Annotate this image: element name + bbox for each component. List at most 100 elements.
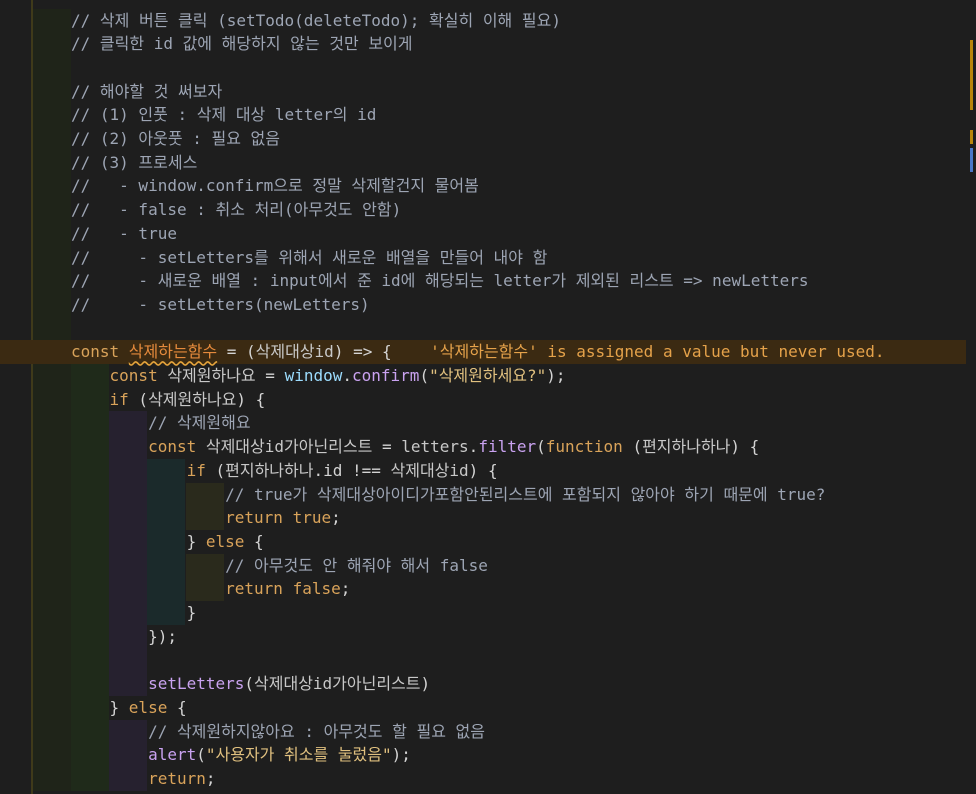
code-token: ( <box>622 437 643 457</box>
code-line[interactable]: return false; <box>0 577 976 602</box>
code-line[interactable]: // 해야할 것 써보자 <box>0 79 976 104</box>
code-token: ; <box>340 579 351 599</box>
change-indicator <box>33 601 71 625</box>
code-line[interactable]: const 삭제대상id가아닌리스트 = letters.filter(func… <box>0 435 976 460</box>
code-line[interactable]: // - setLetters(newLetters) <box>0 292 976 317</box>
code-line-content: // 삭제원하지않아요 : 아무것도 할 필요 없음 <box>71 720 485 744</box>
code-line-content: setLetters(삭제대상id가아닌리스트) <box>71 672 430 696</box>
change-indicator <box>33 55 71 80</box>
code-token: 삭제원하나요 <box>148 389 237 409</box>
code-token: ); <box>546 366 566 385</box>
code-line[interactable]: // 아무것도 안 해줘야 해서 false <box>0 553 976 578</box>
code-token: function <box>545 437 623 457</box>
code-token: 편지하나하나 <box>642 437 731 457</box>
code-line[interactable]: // true가 삭제대상아이디가포함안된리스트에 포함되지 않아야 하기 때문… <box>0 482 976 507</box>
code-token: // (2) 아웃풋 : 필요 없음 <box>71 129 281 148</box>
scrollbar-warning-mark <box>970 130 973 144</box>
change-indicator <box>33 127 71 151</box>
scrollbar-warning-mark <box>970 40 973 110</box>
code-line-content: // 삭제원해요 <box>71 411 251 435</box>
code-line[interactable]: // 삭제 버튼 클릭 (setTodo(deleteTodo); 확실히 이해… <box>0 8 976 33</box>
code-token: 편지하나하나 <box>225 460 314 480</box>
scrollbar-cursor-mark <box>970 148 973 172</box>
code-token: // - setLetters(newLetters) <box>71 294 370 314</box>
code-line[interactable]: } else { <box>0 529 976 554</box>
code-line[interactable]: alert("사용자가 취소를 눌렀음"); <box>0 743 976 768</box>
code-line[interactable]: // - 새로운 배열 : input에서 준 id에 해당되는 letter가… <box>0 269 976 294</box>
code-token: // - window.confirm으로 정말 삭제할건지 물어봄 <box>71 176 479 196</box>
code-token: letters <box>401 437 469 457</box>
code-line[interactable]: // - setLetters를 위해서 새로운 배열을 만들어 내야 함 <box>0 245 976 270</box>
code-line-content: }); <box>71 625 177 649</box>
code-line[interactable]: // (3) 프로세스 <box>0 150 976 175</box>
inline-warning-message: '삭제하는함수' is assigned a value but never u… <box>391 342 885 362</box>
code-token: .id !== <box>313 460 391 480</box>
change-indicator <box>33 174 71 199</box>
change-indicator <box>33 458 71 483</box>
code-token: ( <box>196 745 206 765</box>
code-token: ) { <box>236 389 266 409</box>
code-line-content: const 삭제대상id가아닌리스트 = letters.filter(func… <box>71 435 759 459</box>
code-token: 삭제대상id가아닌리스트 <box>254 674 421 694</box>
code-line[interactable]: }); <box>0 624 976 649</box>
code-line[interactable]: if (삭제원하나요) { <box>0 387 976 412</box>
code-token: const <box>71 342 129 362</box>
code-line[interactable]: // - window.confirm으로 정말 삭제할건지 물어봄 <box>0 174 976 199</box>
code-line[interactable] <box>0 55 976 80</box>
code-line[interactable]: return; <box>0 766 976 791</box>
code-line[interactable]: const 삭제하는함수 = (삭제대상id) => { '삭제하는함수' is… <box>0 340 976 365</box>
code-line[interactable]: // 삭제원하지않아요 : 아무것도 할 필요 없음 <box>0 719 976 744</box>
code-token: } <box>71 531 206 551</box>
code-line[interactable]: return true; <box>0 506 976 531</box>
code-line[interactable]: const 삭제원하나요 = window.confirm("삭제원하세요?")… <box>0 364 976 388</box>
code-line[interactable]: // (2) 아웃풋 : 필요 없음 <box>0 127 976 151</box>
change-indicator <box>33 245 71 270</box>
code-line-content: const 삭제원하나요 = window.confirm("삭제원하세요?")… <box>71 364 566 388</box>
code-line[interactable]: // 삭제원해요 <box>0 411 976 436</box>
code-token: return <box>148 768 206 788</box>
change-indicator <box>33 32 71 57</box>
code-token: 삭제원하나요 <box>167 366 256 385</box>
code-token: 삭제대상id <box>390 460 469 480</box>
code-token: ( <box>244 674 255 694</box>
code-line[interactable]: // (1) 인풋 : 삭제 대상 letter의 id <box>0 103 976 128</box>
code-line-content: // - 새로운 배열 : input에서 준 id에 해당되는 letter가… <box>71 269 809 293</box>
code-line[interactable] <box>0 316 976 341</box>
code-token: // - true <box>71 223 177 243</box>
change-indicator <box>33 8 71 33</box>
code-line[interactable]: // - true <box>0 221 976 246</box>
code-token: "삭제원하세요?" <box>429 366 547 385</box>
code-line[interactable]: setLetters(삭제대상id가아닌리스트) <box>0 672 976 697</box>
vertical-scrollbar[interactable] <box>966 0 976 794</box>
code-line-content: } else { <box>71 530 264 554</box>
code-line[interactable]: } <box>0 601 976 625</box>
code-token: { <box>244 531 264 551</box>
code-token: . <box>342 366 352 385</box>
change-indicator <box>33 198 71 223</box>
code-token: filter <box>478 437 537 457</box>
change-indicator <box>33 506 71 531</box>
code-line[interactable]: if (편지하나하나.id !== 삭제대상id) { <box>0 458 976 483</box>
code-line[interactable] <box>0 648 976 673</box>
code-line[interactable]: // 클릭한 id 값에 해당하지 않는 것만 보이게 <box>0 32 976 57</box>
code-token: "사용자가 취소를 눌렀음" <box>205 745 392 765</box>
change-indicator <box>33 387 71 412</box>
code-line[interactable]: } else { <box>0 695 976 720</box>
change-indicator <box>33 553 71 578</box>
code-token: // 삭제원해요 <box>148 413 251 433</box>
code-token: ); <box>391 745 411 765</box>
code-token: alert <box>148 745 197 765</box>
change-indicator <box>33 435 71 460</box>
code-token: else <box>205 531 245 551</box>
code-token: if <box>186 460 206 480</box>
code-editor[interactable]: // 삭제 버튼 클릭 (setTodo(deleteTodo); 확실히 이해… <box>0 0 976 794</box>
code-token: else <box>128 697 168 717</box>
code-line-content: // 아무것도 안 해줘야 해서 false <box>71 554 488 578</box>
indent-guide <box>71 648 109 673</box>
code-line[interactable]: // - false : 취소 처리(아무것도 안함) <box>0 198 976 223</box>
change-indicator <box>33 577 71 602</box>
